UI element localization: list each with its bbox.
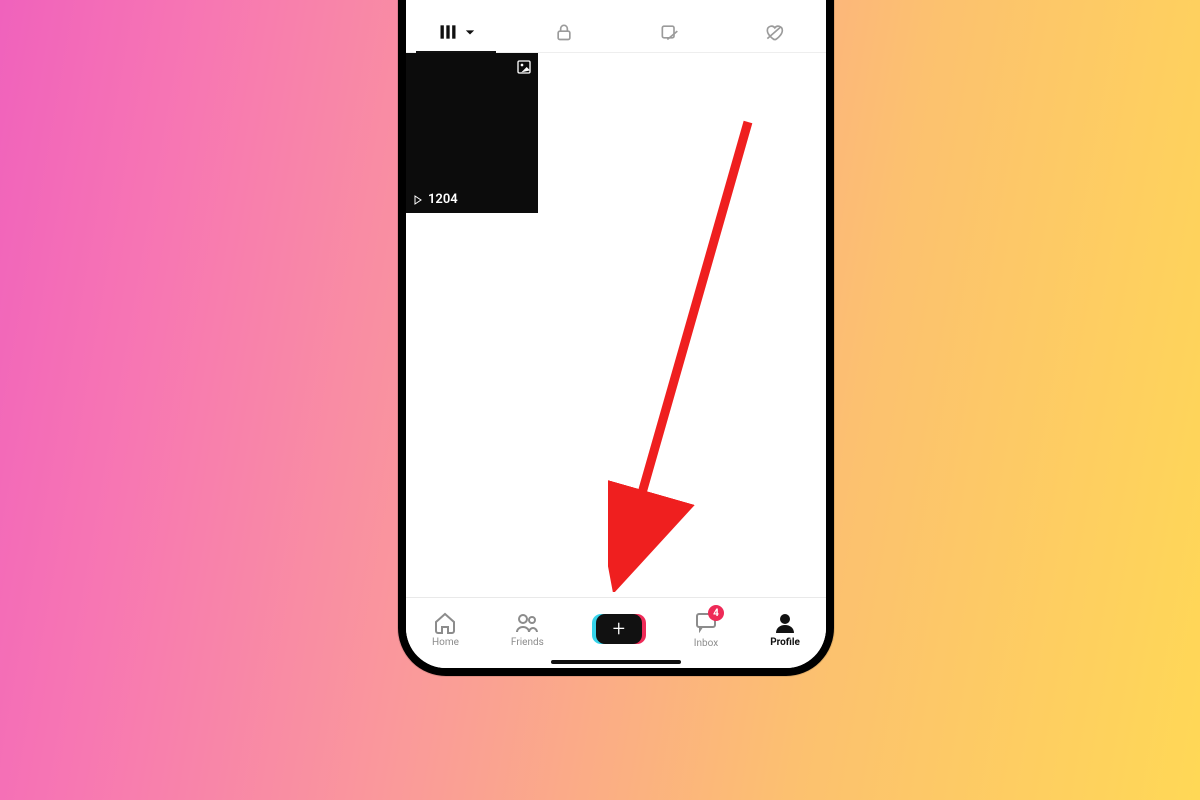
phone-frame: Find your friends Find Follows you Follo… [398, 0, 834, 676]
bottom-nav: Home Friends + 4 Inbox Profile [406, 597, 826, 668]
play-icon [412, 194, 424, 206]
video-grid: 1204 [406, 53, 826, 597]
photo-icon [516, 59, 532, 79]
nav-label: Home [432, 637, 459, 648]
nav-home[interactable]: Home [432, 611, 459, 648]
tab-reposts[interactable] [616, 22, 721, 42]
home-indicator [551, 660, 681, 664]
tab-private[interactable] [511, 22, 616, 42]
tab-liked[interactable] [721, 22, 826, 42]
view-count: 1204 [412, 192, 458, 207]
view-count-number: 1204 [428, 192, 458, 207]
nav-profile[interactable]: Profile [770, 611, 800, 648]
app-screen: Find your friends Find Follows you Follo… [406, 0, 826, 668]
nav-inbox[interactable]: 4 Inbox [694, 609, 718, 649]
inbox-badge: 4 [708, 605, 724, 621]
nav-create[interactable]: + [596, 614, 642, 644]
nav-friends[interactable]: Friends [511, 611, 544, 648]
nav-label: Inbox [694, 638, 718, 649]
plus-icon: + [596, 614, 642, 644]
nav-label: Profile [770, 637, 800, 648]
friends-icon [515, 611, 539, 635]
video-thumbnail[interactable]: 1204 [406, 53, 538, 213]
nav-label: Friends [511, 637, 544, 648]
profile-content-tabs [406, 12, 826, 53]
profile-icon [773, 611, 797, 635]
home-icon [433, 611, 457, 635]
tab-posts[interactable] [406, 22, 511, 42]
